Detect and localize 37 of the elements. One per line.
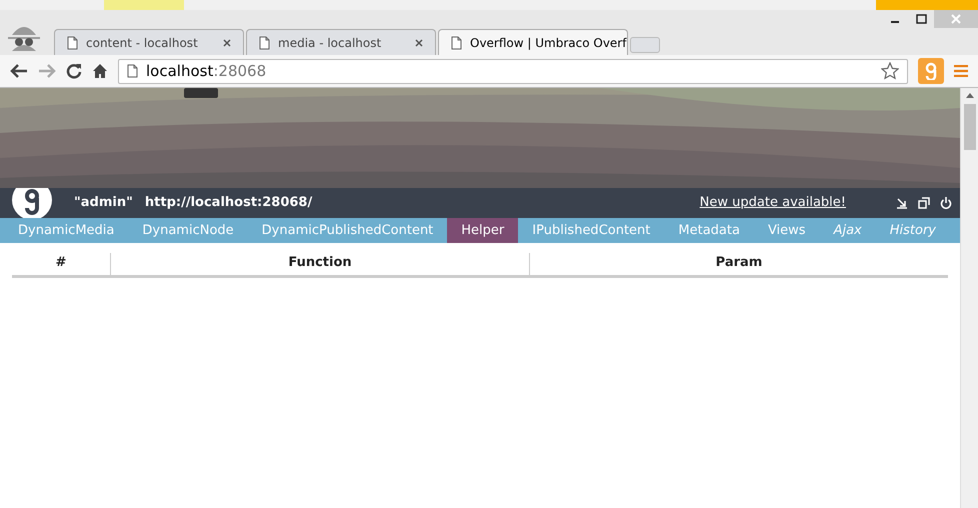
reload-icon[interactable]	[66, 63, 82, 79]
panel-tab[interactable]: IPublishedContent	[518, 218, 664, 243]
browser-tab[interactable]: content - localhost	[54, 29, 244, 55]
panel-tab[interactable]: DynamicNode	[128, 218, 248, 243]
scroll-up-icon[interactable]	[966, 92, 974, 98]
back-icon[interactable]	[10, 64, 28, 78]
close-icon[interactable]	[415, 38, 423, 46]
download-icon[interactable]	[896, 197, 908, 209]
panel-tab[interactable]: Views	[754, 218, 820, 243]
power-icon[interactable]	[940, 197, 952, 209]
home-icon[interactable]	[92, 63, 108, 79]
browser-tab[interactable]: media - localhost	[246, 29, 436, 55]
page-icon	[67, 36, 78, 50]
star-icon[interactable]	[881, 62, 899, 80]
panel-tab[interactable]: Ajax	[820, 218, 876, 243]
panel-tab[interactable]: History	[876, 218, 950, 243]
panel-tab[interactable]: Metadata	[664, 218, 754, 243]
page-icon	[451, 36, 462, 50]
popout-icon[interactable]	[918, 197, 930, 209]
scrollbar-thumb[interactable]	[964, 104, 976, 150]
column-header: Param	[529, 253, 948, 274]
column-header: Function	[110, 253, 529, 274]
panel-tab[interactable]: Helper	[447, 218, 518, 243]
menu-icon[interactable]	[954, 65, 968, 77]
user-name: "admin"	[74, 194, 133, 212]
url-text: localhost:28068	[146, 60, 268, 82]
update-link[interactable]: New update available!	[700, 193, 846, 213]
page-icon	[127, 64, 138, 78]
browser-tab[interactable]: Overflow | Umbraco Overf	[438, 29, 628, 55]
panel-tab[interactable]: DynamicMedia	[4, 218, 128, 243]
host-url: http://localhost:28068/	[144, 194, 312, 212]
close-icon[interactable]	[223, 38, 231, 46]
panel-tab[interactable]: DynamicPublishedContent	[248, 218, 448, 243]
address-bar[interactable]: localhost:28068	[118, 58, 908, 84]
page-icon	[259, 36, 270, 50]
close-icon	[951, 14, 961, 24]
column-header: #	[54, 254, 68, 272]
